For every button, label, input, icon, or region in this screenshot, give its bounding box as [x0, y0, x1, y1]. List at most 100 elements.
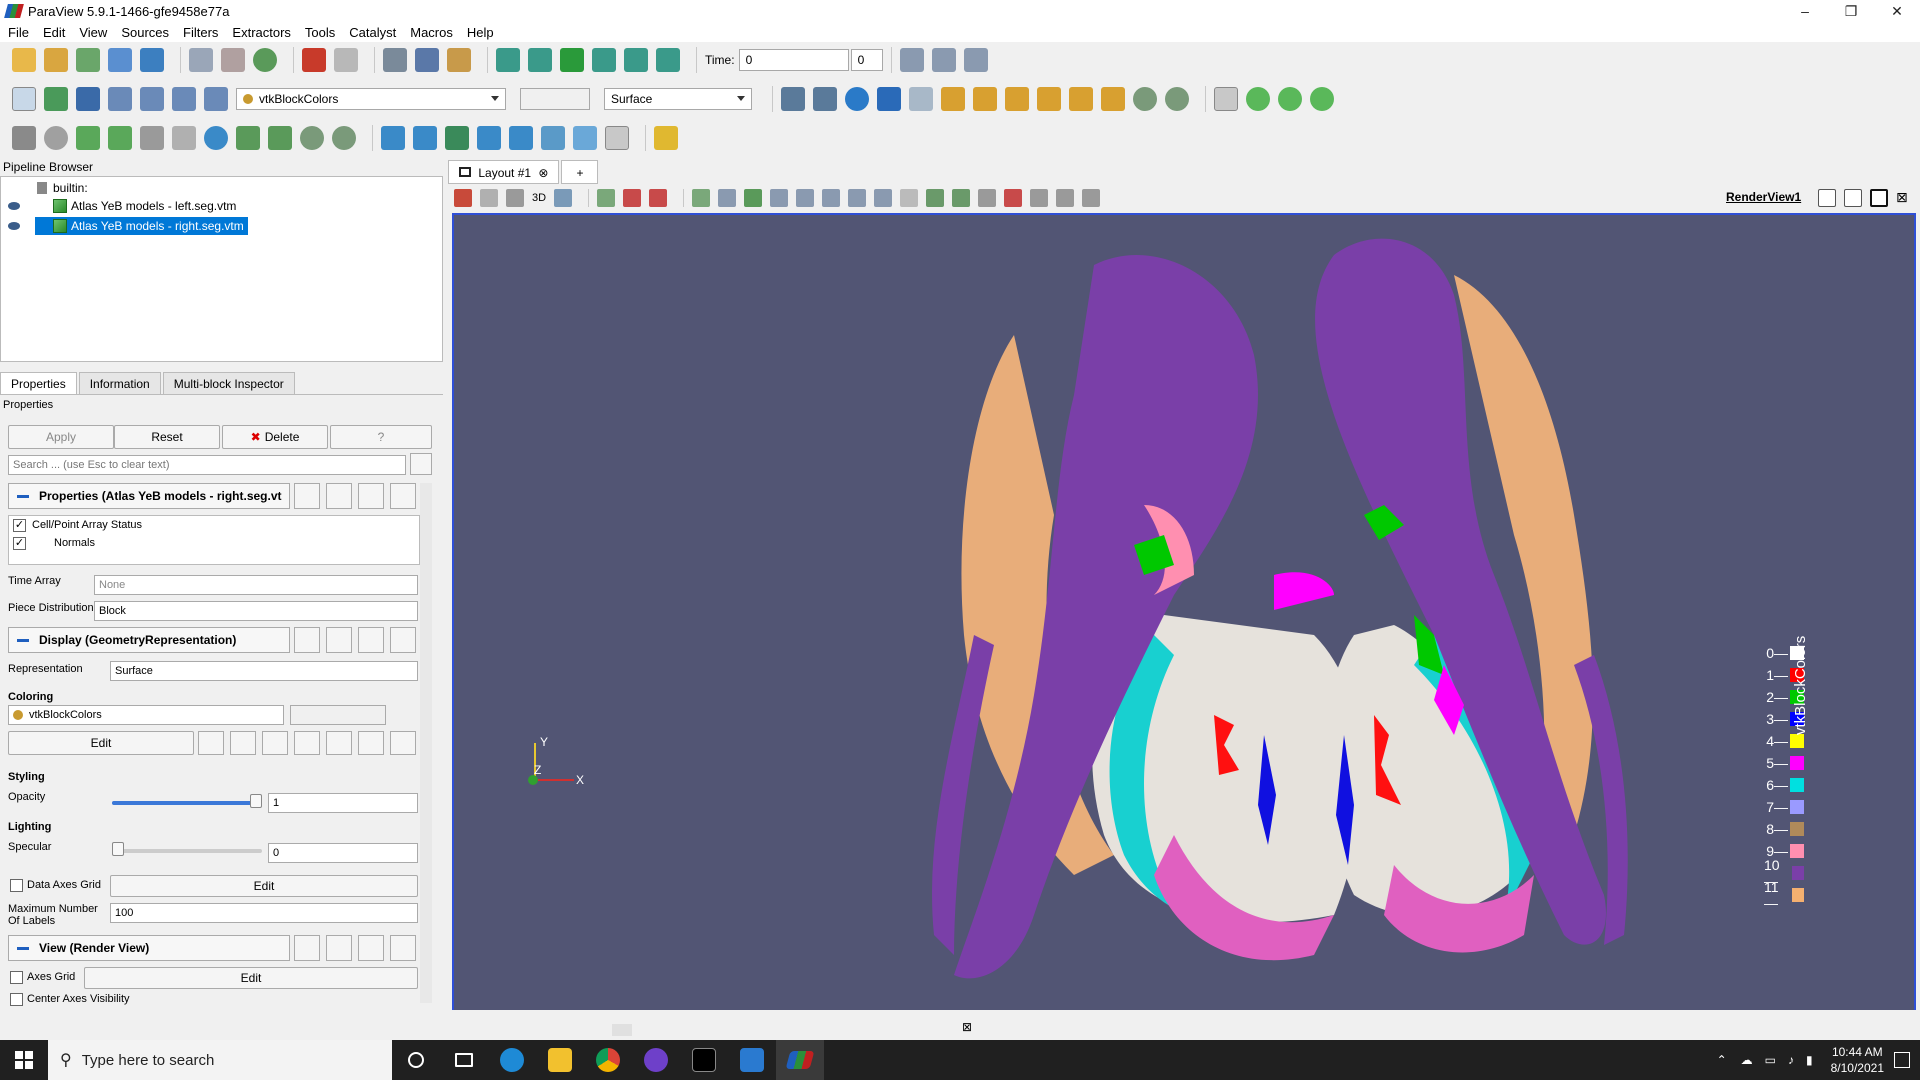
hover-cells-icon[interactable]: [796, 189, 815, 207]
coloring-select[interactable]: vtkBlockColors: [8, 705, 284, 725]
tooltip-icon[interactable]: [978, 189, 997, 207]
zoom-to-box-icon[interactable]: [909, 87, 933, 111]
last-frame-icon[interactable]: [624, 48, 648, 72]
play-icon[interactable]: [560, 48, 584, 72]
copy-icon[interactable]: [294, 483, 320, 509]
pipeline-root[interactable]: builtin:: [37, 179, 88, 197]
rotate-minus-90-icon[interactable]: [1165, 87, 1189, 111]
edge-icon[interactable]: [488, 1040, 536, 1080]
time-input[interactable]: 0: [738, 49, 849, 71]
auto-apply-icon[interactable]: [253, 48, 277, 72]
maximize-button[interactable]: ❐: [1828, 0, 1874, 22]
reset-camera-closest-icon[interactable]: [813, 87, 837, 111]
pipeline-item-left[interactable]: Atlas YeB models - left.seg.vtm: [1, 197, 441, 215]
legend-properties-icon[interactable]: [390, 731, 416, 755]
histogram-icon[interactable]: [445, 126, 469, 150]
link-camera-icon[interactable]: [1310, 87, 1334, 111]
array-status-checkbox[interactable]: ✓: [13, 519, 26, 532]
properties-scrollbar[interactable]: [420, 483, 432, 1003]
pick-icon[interactable]: [900, 189, 919, 207]
search-input[interactable]: Search ... (use Esc to clear text): [8, 455, 406, 475]
reset-button[interactable]: Reset: [114, 425, 220, 449]
network-icon[interactable]: ▭: [1765, 1053, 1776, 1067]
photos-icon[interactable]: [728, 1040, 776, 1080]
warp-icon[interactable]: [268, 126, 292, 150]
max-labels-input[interactable]: 100: [110, 903, 418, 923]
recent-folder-icon[interactable]: [44, 48, 68, 72]
save-icon[interactable]: [390, 935, 416, 961]
shrink-selection-icon[interactable]: [848, 189, 867, 207]
view-properties-icon[interactable]: [554, 189, 573, 207]
pipeline-tree[interactable]: builtin: Atlas YeB models - left.seg.vtm…: [0, 176, 443, 362]
menu-help[interactable]: Help: [467, 25, 494, 40]
first-frame-icon[interactable]: [496, 48, 520, 72]
notifications-icon[interactable]: [1894, 1052, 1910, 1068]
open-folder-icon[interactable]: [12, 48, 36, 72]
data-axes-grid-edit-button[interactable]: Edit: [110, 875, 418, 897]
view-section[interactable]: View (Render View): [8, 935, 290, 961]
zoom-box-icon[interactable]: [963, 48, 988, 72]
zoom-closest-icon[interactable]: [931, 48, 956, 72]
representation-field[interactable]: Surface: [110, 661, 418, 681]
reset-camera-icon[interactable]: [781, 87, 805, 111]
subtract-selection-icon[interactable]: [1056, 189, 1075, 207]
menu-sources[interactable]: Sources: [121, 25, 169, 40]
select-block-icon[interactable]: [718, 189, 737, 207]
center-axes-checkbox[interactable]: [10, 993, 23, 1006]
add-layout-button[interactable]: +: [561, 160, 599, 184]
rescale-range-icon[interactable]: [230, 731, 256, 755]
next-frame-icon[interactable]: [592, 48, 616, 72]
file-explorer-icon[interactable]: [536, 1040, 584, 1080]
refresh-icon[interactable]: [358, 483, 384, 509]
mode-3d-button[interactable]: 3D: [532, 192, 546, 204]
rotate-plus-90-icon[interactable]: [1133, 87, 1157, 111]
volume-icon[interactable]: ♪: [1788, 1053, 1794, 1067]
refresh-icon[interactable]: [358, 627, 384, 653]
menu-tools[interactable]: Tools: [305, 25, 335, 40]
query-icon[interactable]: [1004, 189, 1023, 207]
temporal-stats-icon[interactable]: [541, 126, 565, 150]
display-section[interactable]: Display (GeometryRepresentation): [8, 627, 290, 653]
add-selection-icon[interactable]: [1030, 189, 1049, 207]
group-datasets-icon[interactable]: [300, 126, 324, 150]
plot-over-line-icon[interactable]: [381, 126, 405, 150]
copy-icon[interactable]: [294, 935, 320, 961]
rescale-temporal-icon[interactable]: [294, 731, 320, 755]
tab-multiblock-inspector[interactable]: Multi-block Inspector: [162, 372, 295, 394]
contour-icon[interactable]: [44, 126, 68, 150]
tab-information[interactable]: Information: [78, 372, 161, 394]
rescale-custom-icon[interactable]: [108, 87, 132, 111]
camera-undo-icon[interactable]: [1246, 87, 1270, 111]
component-select[interactable]: [520, 88, 590, 110]
color-by-select[interactable]: vtkBlockColors: [236, 88, 506, 110]
close-icon[interactable]: ⊠: [962, 1020, 972, 1034]
chrome-icon[interactable]: [584, 1040, 632, 1080]
time-index-spinbox[interactable]: 0: [850, 49, 883, 71]
minimize-button[interactable]: –: [1782, 0, 1828, 22]
split-vertical-icon[interactable]: [1844, 189, 1862, 207]
clock[interactable]: 10:44 AM 8/10/2021: [1831, 1044, 1884, 1076]
normals-checkbox[interactable]: ✓: [13, 537, 26, 550]
favorite-icon[interactable]: [326, 731, 352, 755]
time-array-select[interactable]: None: [94, 575, 418, 595]
select-frustum-icon[interactable]: [649, 189, 668, 207]
rescale-temporal-icon[interactable]: [172, 87, 196, 111]
cell-labels-icon[interactable]: [926, 189, 945, 207]
menu-extractors[interactable]: Extractors: [232, 25, 291, 40]
tab-properties[interactable]: Properties: [0, 372, 77, 394]
rescale-range-icon[interactable]: [204, 87, 228, 111]
reset-range-icon[interactable]: [76, 87, 100, 111]
hover-points-icon[interactable]: [770, 189, 789, 207]
point-labels-icon[interactable]: [952, 189, 971, 207]
pick-center-icon[interactable]: [877, 87, 901, 111]
cortana-icon[interactable]: [392, 1040, 440, 1080]
clear-selection-icon[interactable]: [874, 189, 893, 207]
threshold-icon[interactable]: [140, 126, 164, 150]
glyph-icon[interactable]: [204, 126, 228, 150]
python-calculator-icon[interactable]: [605, 126, 629, 150]
close-button[interactable]: ✕: [1874, 0, 1920, 22]
menu-view[interactable]: View: [79, 25, 107, 40]
integrate-icon[interactable]: [509, 126, 533, 150]
paraview-taskbar-icon[interactable]: [776, 1040, 824, 1080]
properties-section[interactable]: Properties (Atlas YeB models - right.seg…: [8, 483, 290, 509]
